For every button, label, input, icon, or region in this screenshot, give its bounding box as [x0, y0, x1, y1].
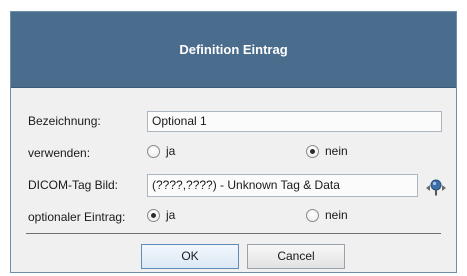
- radio-unchecked-icon: [147, 144, 160, 158]
- optionaler-eintrag-label: optionaler Eintrag:: [28, 210, 126, 224]
- verwenden-yes-label: ja: [166, 144, 176, 158]
- bezeichnung-label: Bezeichnung:: [28, 114, 101, 128]
- verwenden-no-radio[interactable]: nein: [306, 144, 348, 158]
- bezeichnung-input[interactable]: Optional 1: [147, 111, 442, 132]
- cancel-button[interactable]: Cancel: [247, 244, 345, 269]
- verwenden-yes-radio[interactable]: ja: [147, 144, 175, 158]
- optionaler-eintrag-yes-label: ja: [166, 208, 176, 222]
- radio-unchecked-icon: [306, 208, 319, 222]
- optionaler-eintrag-yes-radio[interactable]: ja: [147, 208, 175, 222]
- dialog-title: Definition Eintrag: [179, 42, 288, 57]
- verwenden-label: verwenden:: [28, 146, 91, 160]
- ok-button[interactable]: OK: [141, 244, 239, 269]
- definition-dialog: Definition Eintrag Bezeichnung: Optional…: [10, 11, 457, 273]
- optionaler-eintrag-no-radio[interactable]: nein: [306, 208, 348, 222]
- radio-checked-icon: [306, 144, 319, 158]
- verwenden-no-label: nein: [325, 144, 348, 158]
- tag-picker-icon[interactable]: [425, 177, 447, 199]
- optionaler-eintrag-no-label: nein: [325, 208, 348, 222]
- footer-divider: [26, 233, 441, 234]
- dialog-titlebar: Definition Eintrag: [11, 12, 456, 88]
- dicom-tag-field[interactable]: (????,????) - Unknown Tag & Data: [147, 174, 418, 197]
- radio-checked-icon: [147, 208, 160, 222]
- dicom-tag-label: DICOM-Tag Bild:: [28, 178, 119, 192]
